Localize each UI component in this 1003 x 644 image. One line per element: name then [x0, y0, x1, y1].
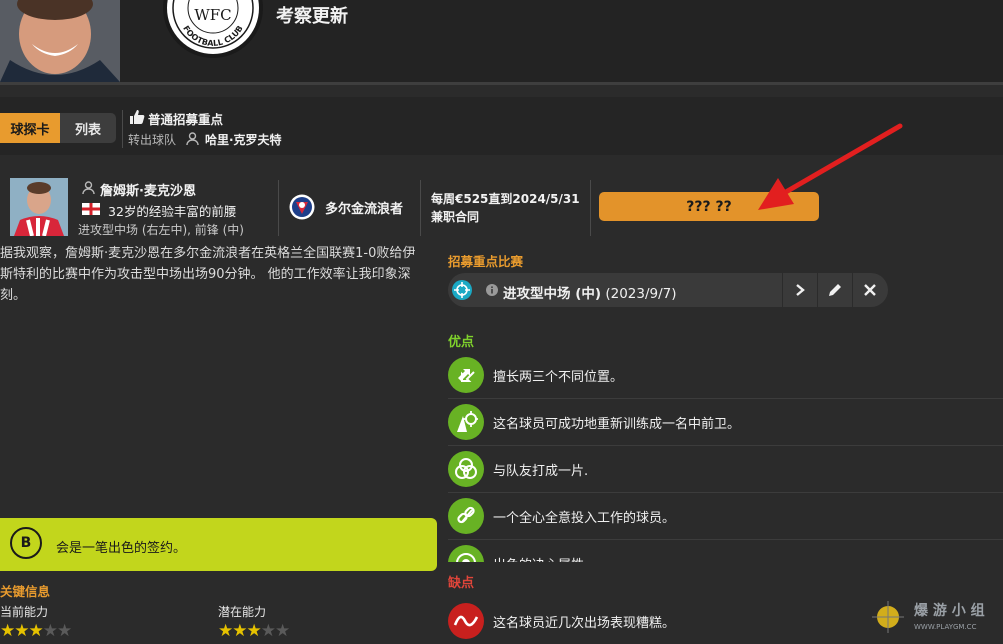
watermark-url: WWW.PLAYGM.CC — [914, 623, 977, 631]
target-icon — [448, 545, 484, 562]
chain-icon — [448, 498, 484, 534]
info-icon[interactable] — [486, 284, 498, 300]
player-positions: 进攻型中场 (右左中), 前锋 (中) — [78, 223, 244, 237]
page-title: 考察更新 — [276, 6, 348, 27]
potential-ability-stars: ★★★★★ — [218, 621, 290, 641]
star-filled-icon: ★ — [14, 621, 29, 641]
retrain-cone-icon — [448, 404, 484, 440]
club-logo-icon[interactable] — [289, 194, 315, 220]
transfer-out-label: 转出球队 — [128, 133, 177, 147]
strength-text: 一个全心全意投入工作的球员。 — [493, 511, 676, 526]
star-filled-icon: ★ — [0, 621, 15, 641]
star-empty-icon: ★ — [42, 621, 58, 641]
potential-ability-label: 潜在能力 — [218, 605, 267, 619]
match-section-title: 招募重点比赛 — [448, 254, 524, 269]
person-icon — [82, 181, 95, 198]
star-filled-icon: ★ — [218, 621, 233, 641]
star-empty-icon: ★ — [275, 621, 290, 641]
england-flag-icon — [82, 203, 100, 215]
header-bar — [0, 0, 1003, 82]
strength-item: 擅长两三个不同位置。 — [448, 352, 1003, 398]
player-photo[interactable] — [10, 178, 68, 236]
contract-type: 兼职合同 — [431, 210, 480, 224]
divider — [590, 180, 591, 236]
star-empty-icon: ★ — [57, 621, 72, 641]
close-icon[interactable] — [853, 273, 887, 307]
person-icon — [186, 132, 199, 149]
strength-text: 这名球员可成功地重新训练成一名中前卫。 — [493, 417, 741, 432]
circles-icon — [448, 451, 484, 487]
strengths-title: 优点 — [448, 335, 475, 350]
strength-text: 出色的决心属性 — [493, 554, 584, 562]
divider — [420, 180, 421, 236]
strength-item: 与队友打成一片. — [448, 446, 1003, 492]
club-badge-monogram: WFC — [194, 6, 231, 24]
weakness-text: 这名球员近几次出场表现糟糕。 — [493, 616, 676, 631]
recruitment-focus-label[interactable]: 普通招募重点 — [148, 109, 223, 128]
transfer-out-name[interactable]: 哈里·克罗夫特 — [205, 131, 282, 148]
swap-arrows-icon — [448, 357, 484, 393]
tab-scout-card[interactable]: 球探卡 — [0, 113, 60, 143]
player-description: 32岁的经验丰富的前腰 — [108, 204, 237, 219]
star-filled-icon: ★ — [246, 621, 262, 641]
strength-item: 一个全心全意投入工作的球员。 — [448, 493, 1003, 539]
weaknesses-title: 缺点 — [448, 576, 475, 591]
annotation-arrow-icon — [740, 118, 920, 228]
divider — [278, 180, 279, 236]
site-watermark: 爆 游 小 组 WWW.PLAYGM.CC — [862, 597, 1003, 639]
grade-text: 会是一笔出色的签约。 — [56, 541, 187, 556]
watermark-text: 爆 游 小 组 — [914, 602, 985, 619]
star-filled-icon: ★ — [232, 621, 247, 641]
tab-list[interactable]: 列表 — [60, 113, 116, 143]
strength-text: 与队友打成一片. — [493, 464, 589, 479]
key-info-title: 关键信息 — [0, 584, 51, 599]
target-icon — [452, 280, 472, 300]
strength-text: 擅长两三个不同位置。 — [493, 370, 624, 385]
current-ability-stars: ★★★★★ — [0, 621, 72, 641]
strength-item: 出色的决心属性 — [448, 540, 1003, 562]
star-filled-icon: ★ — [28, 621, 44, 641]
current-ability-label: 当前能力 — [0, 605, 49, 619]
club-badge: WFC FOOTBALL CLUB — [160, 0, 266, 58]
pencil-icon[interactable] — [818, 273, 852, 307]
match-date: (2023/9/7) — [605, 286, 677, 302]
header-divider — [0, 82, 1003, 85]
strength-item: 这名球员可成功地重新训练成一名中前卫。 — [448, 399, 1003, 445]
match-description: 进攻型中场 (中) (2023/9/7) — [503, 282, 677, 302]
downtrend-icon — [448, 603, 484, 639]
player-name[interactable]: 詹姆斯·麦克沙恩 — [100, 180, 196, 199]
club-name[interactable]: 多尔金流浪者 — [325, 198, 403, 217]
grade-letter: B — [10, 527, 42, 559]
match-position: 进攻型中场 (中) — [503, 286, 602, 302]
star-empty-icon: ★ — [260, 621, 276, 641]
divider — [122, 110, 123, 148]
thumbs-up-icon — [129, 109, 145, 129]
chevron-right-icon[interactable] — [783, 273, 817, 307]
contract-wage: 每周€525直到2024/5/31 — [431, 192, 580, 206]
scout-photo — [0, 0, 120, 82]
scout-report-text: 据我观察，詹姆斯·麦克沙恩在多尔金流浪者在英格兰全国联赛1-0败给伊斯特利的比赛… — [0, 246, 416, 303]
